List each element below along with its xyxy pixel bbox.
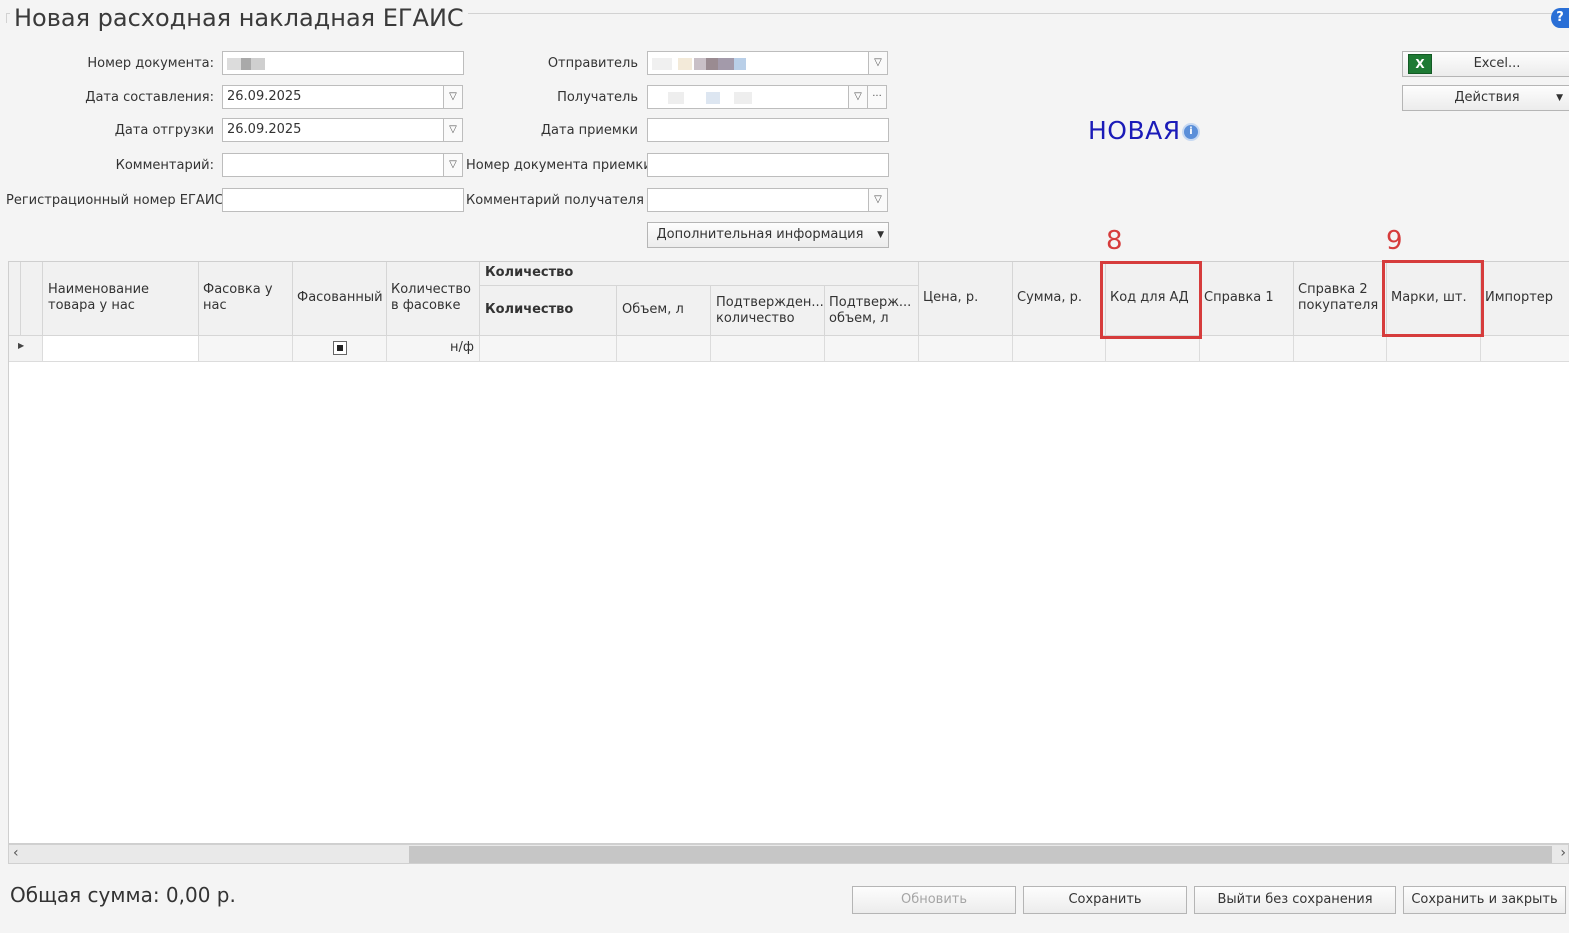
sender-label: Отправитель [547,56,638,71]
packaged-checkbox[interactable] [333,341,347,355]
acceptance-doc-label: Номер документа приемки [466,158,652,173]
acceptance-date-label: Дата приемки [540,123,638,138]
shipment-date-label: Дата отгрузки [114,123,214,138]
actions-label: Действия [1454,90,1520,105]
comment-label: Комментарий: [115,158,214,173]
acceptance-doc-field[interactable] [647,153,889,177]
recipient-comment-dropdown[interactable]: ▽ [868,188,888,212]
cell-qty[interactable] [480,336,617,362]
annotation-8: 8 [1106,226,1123,256]
col-cert2[interactable]: Справка 2 покупателя [1294,262,1387,336]
document-status: НОВАЯ [1088,116,1181,145]
window-title: Новая расходная накладная ЕГАИС [10,4,468,32]
egais-reg-label: Регистрационный номер ЕГАИС: [6,193,229,208]
cell-confirmed-qty[interactable] [711,336,825,362]
shipment-date-dropdown[interactable]: ▽ [443,118,463,142]
created-date-field[interactable]: 26.09.2025 [222,85,444,109]
cell-cert1[interactable] [1200,336,1294,362]
recipient-dropdown[interactable]: ▽ [848,85,868,109]
dropdown-arrow-icon: ▼ [1556,93,1563,103]
col-name[interactable]: Наименование товара у нас [43,262,199,336]
actions-button[interactable]: Действия ▼ [1402,85,1569,111]
recipient-browse-button[interactable]: ··· [867,85,887,109]
highlight-marks [1382,260,1484,337]
col-confirmed-qty[interactable]: Подтвержден... количество [711,286,825,336]
egais-reg-field[interactable] [222,188,464,212]
col-cert1[interactable]: Справка 1 [1200,262,1294,336]
col-price[interactable]: Цена, р. [919,262,1013,336]
col-qty-in-pack[interactable]: Количество в фасовке [387,262,480,336]
acceptance-date-field[interactable] [647,118,889,142]
chevron-down-icon: ▽ [449,124,457,135]
info-icon[interactable]: i [1182,123,1200,141]
recipient-field[interactable] [647,85,849,109]
col-packaged[interactable]: Фасованный [293,262,387,336]
excel-icon: X [1408,54,1432,74]
cell-confirmed-vol[interactable] [825,336,919,362]
chevron-down-icon: ▽ [449,91,457,102]
comment-dropdown[interactable]: ▽ [443,153,463,177]
help-icon[interactable]: ? [1551,8,1569,28]
cell-packaged[interactable] [293,336,387,362]
cell-marks[interactable] [1387,336,1481,362]
total-sum: Общая сумма: 0,00 р. [10,883,236,907]
title-frame-corner [6,13,7,23]
chevron-down-icon: ▽ [854,91,862,102]
doc-number-label: Номер документа: [87,56,214,71]
created-date-dropdown[interactable]: ▽ [443,85,463,109]
cell-name[interactable] [43,336,199,362]
horizontal-scrollbar[interactable]: ‹ › [8,844,1569,864]
group-header-qty: Количество [480,262,919,286]
cell-sum[interactable] [1013,336,1106,362]
cell-qty-in-pack[interactable]: н/ф [387,336,480,362]
chevron-down-icon: ▽ [449,159,457,170]
scrollbar-thumb[interactable] [409,846,1552,863]
scroll-left-icon[interactable]: ‹ [13,845,19,861]
shipment-date-field[interactable]: 26.09.2025 [222,118,444,142]
comment-field[interactable] [222,153,444,177]
cell-cert2[interactable] [1294,336,1387,362]
cell-ad-code[interactable] [1106,336,1200,362]
exit-without-save-button[interactable]: Выйти без сохранения [1194,886,1396,914]
cell-price[interactable] [919,336,1013,362]
created-date-label: Дата составления: [85,90,214,105]
more-info-button[interactable]: Дополнительная информация ▼ [647,222,889,248]
excel-button[interactable]: X Excel... [1402,51,1569,77]
cell-volume[interactable] [617,336,711,362]
doc-number-field[interactable] [222,51,464,75]
cell-importer[interactable] [1481,336,1569,362]
recipient-comment-label: Комментарий получателя [466,193,644,208]
col-pack-ours[interactable]: Фасовка у нас [199,262,293,336]
more-info-label: Дополнительная информация [656,227,864,242]
col-volume[interactable]: Объем, л [617,286,711,336]
refresh-button[interactable]: Обновить [852,886,1016,914]
row-indicator-header [9,262,21,336]
col-qty[interactable]: Количество [480,286,617,336]
row-select-header [21,262,43,336]
col-sum[interactable]: Сумма, р. [1013,262,1106,336]
dropdown-arrow-icon: ▼ [877,230,884,240]
annotation-9: 9 [1386,226,1403,256]
cell-pack-ours[interactable] [199,336,293,362]
row-pointer[interactable]: ▶ [9,336,43,362]
save-and-close-button[interactable]: Сохранить и закрыть [1403,886,1566,914]
save-button[interactable]: Сохранить [1023,886,1187,914]
sender-field[interactable] [647,51,869,75]
highlight-ad-code [1100,261,1202,339]
ellipsis-icon: ··· [872,91,882,102]
row-arrow-icon: ▶ [18,341,25,350]
chevron-down-icon: ▽ [874,57,882,68]
scroll-right-icon[interactable]: › [1560,845,1566,861]
col-confirmed-vol[interactable]: Подтверж... объем, л [825,286,919,336]
sender-dropdown[interactable]: ▽ [868,51,888,75]
recipient-label: Получатель [557,90,638,105]
chevron-down-icon: ▽ [874,194,882,205]
col-importer[interactable]: Импортер [1481,262,1569,336]
items-grid[interactable]: Наименование товара у нас Фасовка у нас … [8,261,1569,844]
recipient-comment-field[interactable] [647,188,869,212]
excel-label: Excel... [1473,56,1521,71]
